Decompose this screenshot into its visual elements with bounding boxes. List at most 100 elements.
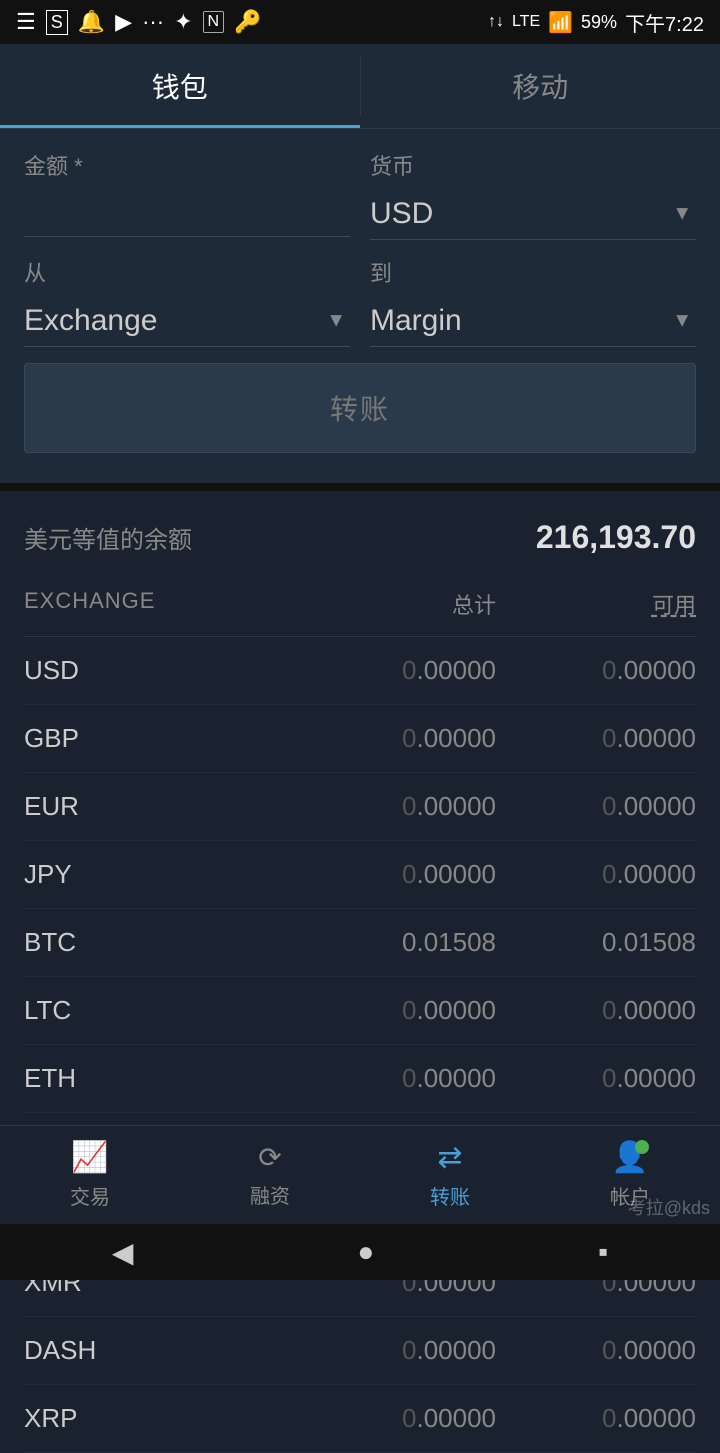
key-icon: 🔑 <box>234 9 261 35</box>
table-row: USD 0.00000 0.00000 <box>24 637 696 705</box>
transfer-button[interactable]: 转账 <box>24 363 696 453</box>
status-left-icons: ☰ S 🔔 ▶ ··· ✦ N 🔑 <box>16 9 261 35</box>
transfer-icon: ⇄ <box>437 1141 462 1174</box>
coin-available: 0.00000 <box>496 1403 696 1434</box>
balance-row: 美元等值的余额 216,193.70 <box>24 519 696 556</box>
bottom-nav: 📈 交易 ⟳ 融资 ⇄ 转账 👤 帐户 <box>0 1125 720 1224</box>
coin-name: XRP <box>24 1403 296 1434</box>
to-group: 到 Margin ▼ <box>370 256 696 347</box>
bluetooth-icon: ✦ <box>174 9 192 35</box>
nav-icon-funding-wrapper: ⟳ <box>258 1141 281 1174</box>
from-dropdown-icon: ▼ <box>326 310 346 333</box>
table-body: USD 0.00000 0.00000 GBP 0.00000 0.00000 … <box>24 637 696 1453</box>
back-button[interactable]: ◀ <box>112 1236 134 1269</box>
nav-icon-trade-wrapper: 📈 <box>71 1140 108 1175</box>
nav-label-trade: 交易 <box>70 1181 110 1210</box>
transfer-btn-wrapper: 转账 <box>24 363 696 453</box>
status-right-info: ↑↓ LTE 📶 59% 下午7:22 <box>488 8 704 37</box>
from-to-row: 从 Exchange ▼ 到 Margin ▼ <box>24 256 696 347</box>
tab-wallet[interactable]: 钱包 <box>0 44 360 128</box>
to-label: 到 <box>370 256 696 288</box>
amount-group: 金额 * <box>24 149 350 240</box>
nav-icon-transfer-wrapper: ⇄ <box>437 1140 462 1175</box>
from-value: Exchange <box>24 304 350 338</box>
amount-input[interactable] <box>24 189 350 237</box>
coin-total: 0.00000 <box>296 791 496 822</box>
home-button[interactable]: ● <box>357 1236 374 1268</box>
nav-item-trade[interactable]: 📈 交易 <box>30 1140 150 1210</box>
table-row: EUR 0.00000 0.00000 <box>24 773 696 841</box>
account-dot <box>635 1140 649 1154</box>
top-tabs: 钱包 移动 <box>0 44 720 129</box>
coin-available: 0.00000 <box>496 655 696 686</box>
coin-total: 0.00000 <box>296 1063 496 1094</box>
to-select[interactable]: Margin ▼ <box>370 296 696 347</box>
currency-dropdown-icon: ▼ <box>672 203 692 226</box>
to-value: Margin <box>370 304 696 338</box>
nav-icon-account-wrapper: 👤 <box>611 1140 648 1175</box>
coin-total: 0.00000 <box>296 995 496 1026</box>
coin-available: 0.00000 <box>496 791 696 822</box>
balance-label: 美元等值的余额 <box>24 520 192 555</box>
s-icon: S <box>46 10 68 35</box>
coin-name: ETH <box>24 1063 296 1094</box>
table-row: GBP 0.00000 0.00000 <box>24 705 696 773</box>
table-row: LTC 0.00000 0.00000 <box>24 977 696 1045</box>
lte-label: LTE <box>512 13 540 31</box>
coin-available: 0.00000 <box>496 1335 696 1366</box>
watermark: 考拉@kds <box>628 1194 710 1220</box>
table-header-exchange: EXCHANGE <box>24 588 296 620</box>
coin-available: 0.00000 <box>496 859 696 890</box>
from-select[interactable]: Exchange ▼ <box>24 296 350 347</box>
more-icon: ··· <box>142 9 164 35</box>
from-label: 从 <box>24 256 350 288</box>
nfc-icon: N <box>203 11 225 33</box>
table-row: JPY 0.00000 0.00000 <box>24 841 696 909</box>
coin-total: 0.00000 <box>296 1403 496 1434</box>
coin-name: BTC <box>24 927 296 958</box>
nav-label-transfer: 转账 <box>430 1181 470 1210</box>
trade-icon: 📈 <box>71 1141 108 1174</box>
currency-select[interactable]: USD ▼ <box>370 189 696 240</box>
table-row: XRP 0.00000 0.00000 <box>24 1385 696 1453</box>
tab-move[interactable]: 移动 <box>361 44 720 128</box>
to-dropdown-icon: ▼ <box>672 310 692 333</box>
coin-available: 0.00000 <box>496 1063 696 1094</box>
play-icon: ▶ <box>115 9 132 35</box>
coin-available: 0.00000 <box>496 723 696 754</box>
table-header-total: 总计 <box>296 588 496 620</box>
android-nav: ◀ ● ▪ <box>0 1224 720 1280</box>
coin-total: 0.01508 <box>296 927 496 958</box>
coin-name: DASH <box>24 1335 296 1366</box>
menu-icon: ☰ <box>16 9 36 35</box>
coin-name: JPY <box>24 859 296 890</box>
recent-button[interactable]: ▪ <box>598 1236 608 1268</box>
coin-available: 0.01508 <box>496 927 696 958</box>
currency-value: USD <box>370 197 696 231</box>
nav-item-transfer[interactable]: ⇄ 转账 <box>390 1140 510 1210</box>
signal-strength-icon: ↑↓ <box>488 13 504 31</box>
status-bar: ☰ S 🔔 ▶ ··· ✦ N 🔑 ↑↓ LTE 📶 59% 下午7:22 <box>0 0 720 44</box>
coin-total: 0.00000 <box>296 859 496 890</box>
coin-total: 0.00000 <box>296 655 496 686</box>
coin-available: 0.00000 <box>496 995 696 1026</box>
form-area: 金额 * 货币 USD ▼ 从 Exchange ▼ 到 Margin ▼ <box>0 129 720 483</box>
from-group: 从 Exchange ▼ <box>24 256 350 347</box>
amount-currency-row: 金额 * 货币 USD ▼ <box>24 149 696 240</box>
coin-name: LTC <box>24 995 296 1026</box>
balance-section: 美元等值的余额 216,193.70 EXCHANGE 总计 可用 USD 0.… <box>0 483 720 1453</box>
currency-label: 货币 <box>370 149 696 181</box>
table-row: BTC 0.01508 0.01508 <box>24 909 696 977</box>
balance-value: 216,193.70 <box>536 519 696 556</box>
coin-name: EUR <box>24 791 296 822</box>
coin-total: 0.00000 <box>296 723 496 754</box>
funding-icon: ⟳ <box>258 1142 281 1173</box>
coin-total: 0.00000 <box>296 1335 496 1366</box>
currency-group: 货币 USD ▼ <box>370 149 696 240</box>
nav-label-funding: 融资 <box>250 1180 290 1209</box>
coin-name: USD <box>24 655 296 686</box>
nav-item-funding[interactable]: ⟳ 融资 <box>210 1141 330 1209</box>
wifi-icon: 📶 <box>548 10 573 35</box>
table-header-row: EXCHANGE 总计 可用 <box>24 580 696 637</box>
table-row: DASH 0.00000 0.00000 <box>24 1317 696 1385</box>
